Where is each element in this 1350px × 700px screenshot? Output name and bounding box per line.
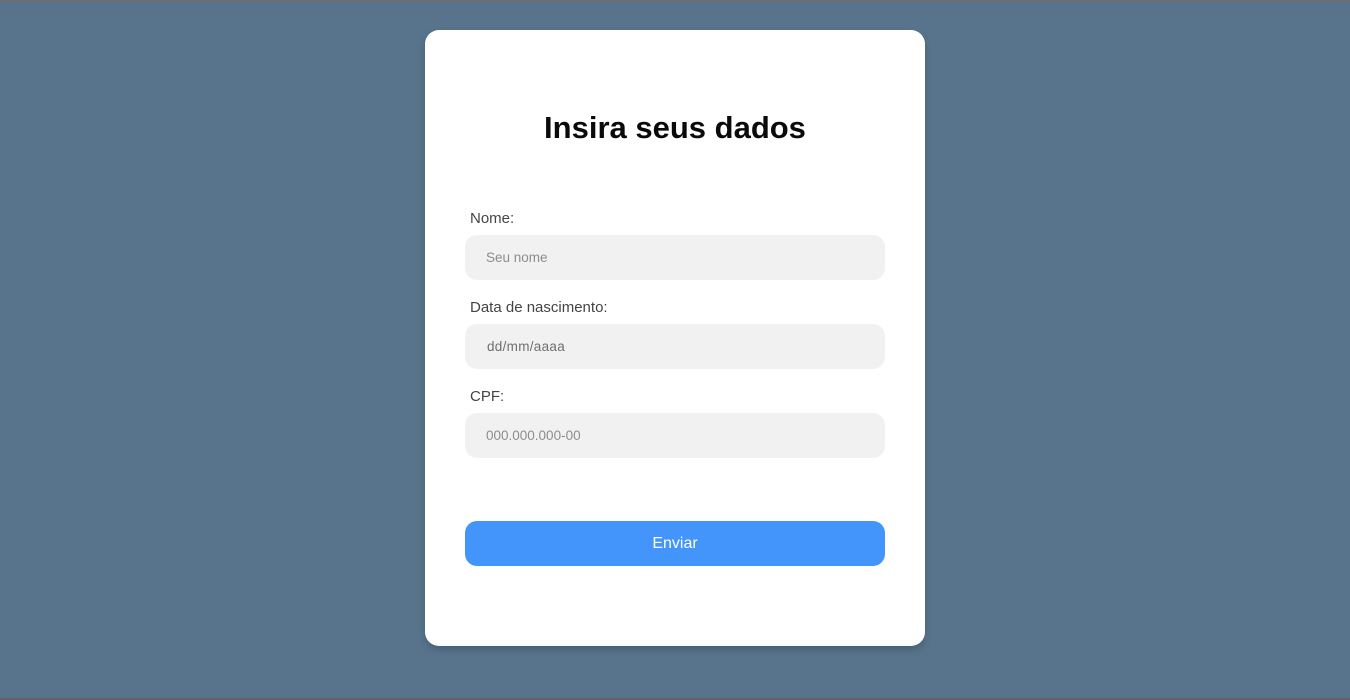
name-input[interactable] (465, 235, 885, 280)
cpf-field-group: CPF: (465, 388, 885, 458)
window-top-border (0, 0, 1350, 2)
birthdate-input[interactable] (465, 324, 885, 369)
cpf-input[interactable] (465, 413, 885, 458)
submit-button[interactable]: Enviar (465, 521, 885, 566)
form-card: Insira seus dados Nome: Data de nascimen… (425, 30, 925, 646)
page-title: Insira seus dados (544, 110, 806, 145)
name-field-group: Nome: (465, 210, 885, 280)
name-label: Nome: (470, 210, 515, 227)
birthdate-field-group: Data de nascimento: dd/mm/aaaa (465, 299, 885, 369)
birthdate-label: Data de nascimento: (470, 299, 608, 316)
cpf-label: CPF: (470, 388, 505, 405)
